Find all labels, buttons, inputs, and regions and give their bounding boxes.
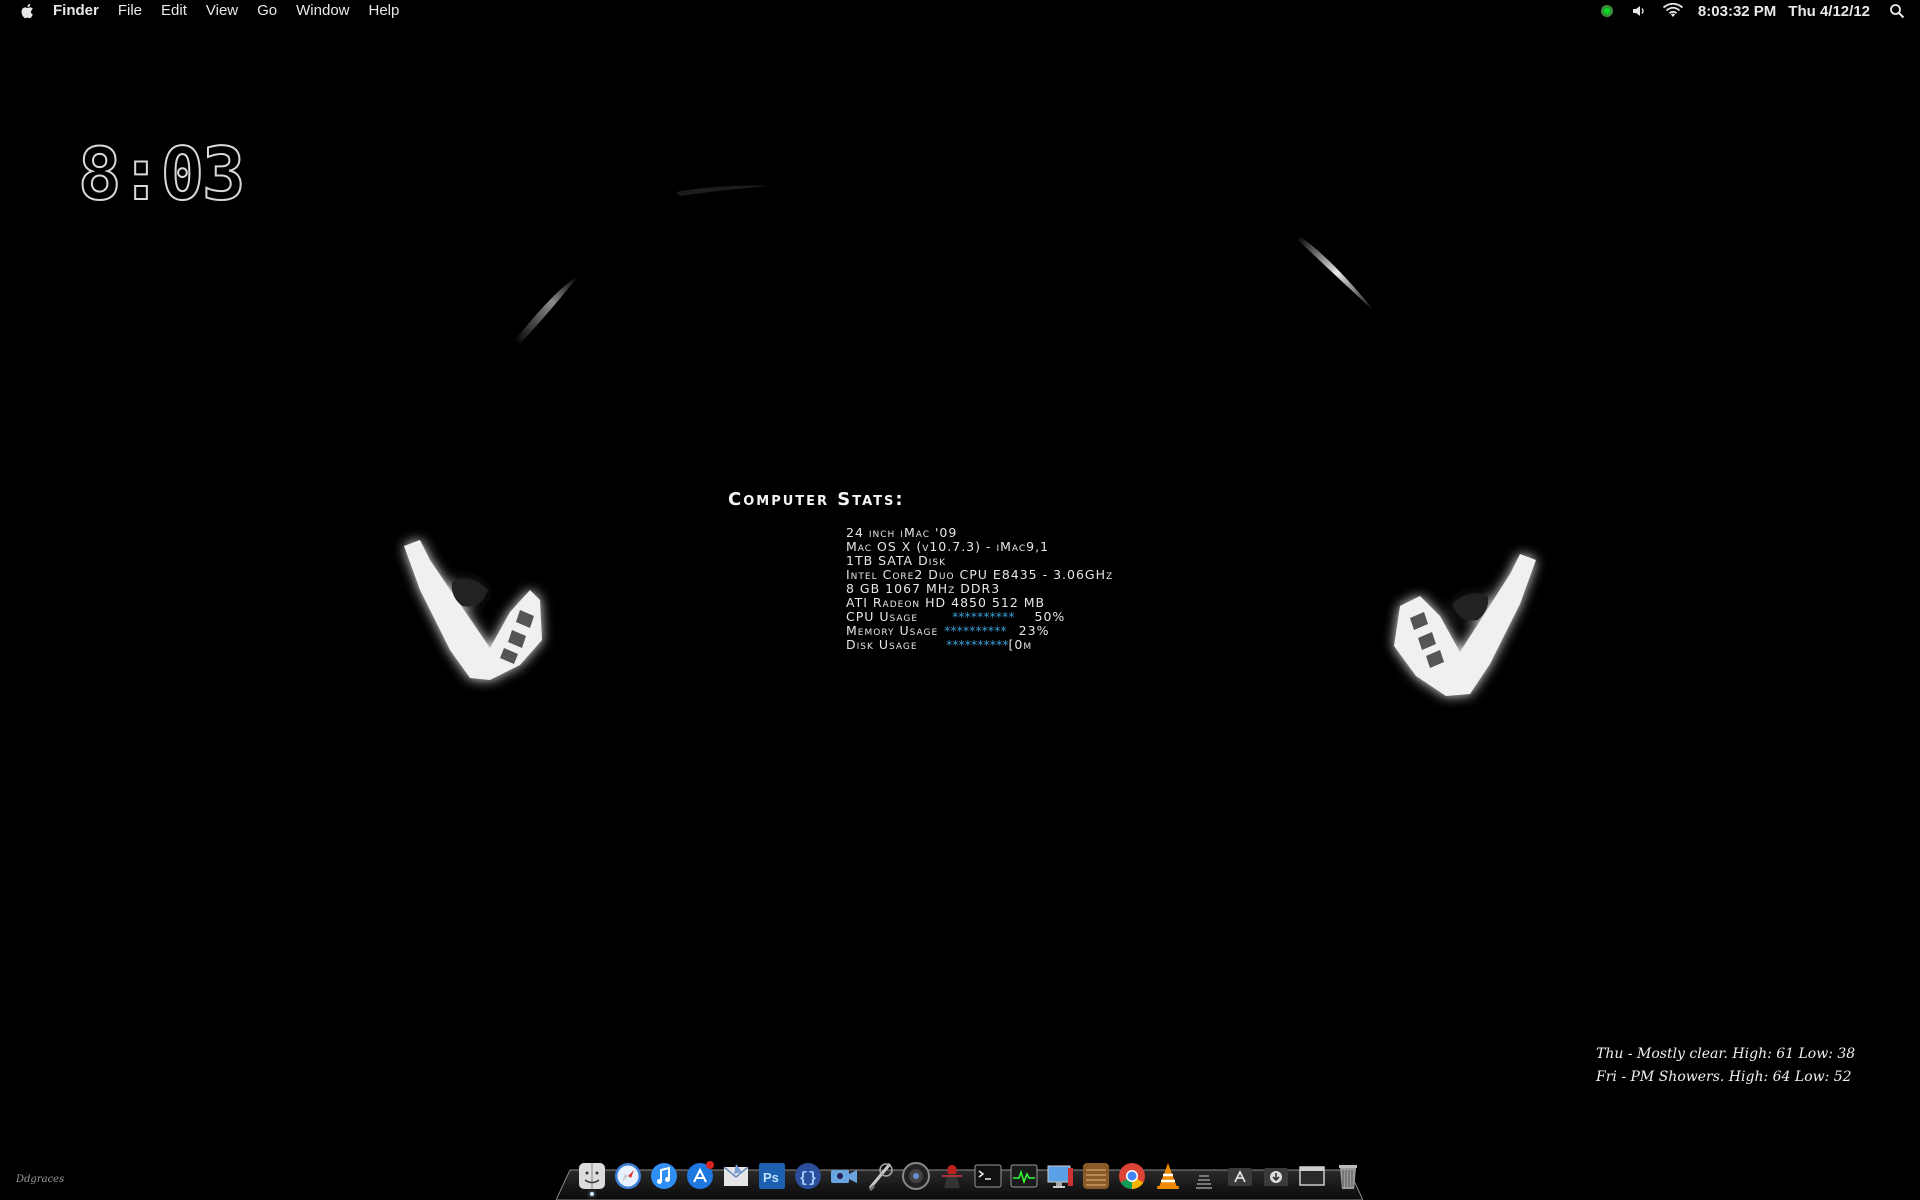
photoshop-icon[interactable]: Ps (756, 1160, 788, 1192)
stat-disk: 1TB SATA Disk (846, 553, 946, 568)
menu-bar: Finder File Edit View Go Window Help 8:0… (0, 0, 1920, 22)
highlight-left (515, 276, 578, 344)
memory-usage-label: Memory Usage (846, 623, 939, 638)
svg-text:{}: {} (799, 1170, 817, 1187)
notes-icon[interactable] (1080, 1160, 1112, 1192)
menu-window[interactable]: Window (296, 0, 349, 22)
safari-icon[interactable] (612, 1160, 644, 1192)
stat-cpu: Intel Core2 Duo CPU E8435 - 3.06GHz (846, 567, 1114, 582)
highlight-right (1298, 236, 1375, 312)
itunes-icon[interactable] (648, 1160, 680, 1192)
desktop: Finder File Edit View Go Window Help 8:0… (0, 0, 1920, 1200)
app-status-icon[interactable] (1598, 2, 1616, 20)
menu-bar-extras: 8:03:32 PM Thu 4/12/12 (1598, 0, 1920, 22)
disk-usage-label: Disk Usage (846, 637, 918, 652)
app-store-icon[interactable] (684, 1160, 716, 1192)
aperture-icon[interactable] (900, 1160, 932, 1192)
spotlight-search-icon[interactable] (1888, 2, 1906, 20)
memory-usage-value: 23% (1018, 623, 1050, 638)
cpu-usage-row: CPU Usage ********** 50% (846, 610, 1113, 624)
stats-list: 24 inch iMac '09 Mac OS X (v10.7.3) - iM… (846, 526, 1113, 652)
vlc-icon[interactable] (1152, 1160, 1184, 1192)
disk-usage-value: [0m (1008, 637, 1033, 652)
applications-folder-icon[interactable] (1224, 1160, 1256, 1192)
stats-title: Computer Stats: (728, 489, 905, 510)
wifi-icon[interactable] (1662, 2, 1684, 20)
stat-gpu: ATI Radeon HD 4850 512 MB (846, 595, 1046, 610)
memory-usage-row: Memory Usage ********** 23% (846, 624, 1113, 638)
running-indicator (590, 1192, 594, 1196)
terminal-icon[interactable] (972, 1160, 1004, 1192)
trash-icon[interactable] (1332, 1160, 1364, 1192)
menu-edit[interactable]: Edit (161, 0, 187, 22)
headlight-right (1394, 554, 1536, 696)
chrome-icon[interactable] (1116, 1160, 1148, 1192)
headlight-left (404, 540, 542, 680)
stat-model: 24 inch iMac '09 (846, 525, 958, 540)
dock: Ps {} (576, 1152, 1368, 1192)
window-icon[interactable] (1296, 1160, 1328, 1192)
artist-signature: Ddgraces (16, 1174, 65, 1185)
stat-memory: 8 GB 1067 MHz DDR3 (846, 581, 1001, 596)
weather-widget: Thu - Mostly clear. High: 61 Low: 38 Fri… (1596, 1043, 1855, 1089)
apple-menu-icon[interactable] (19, 2, 37, 20)
finder-icon[interactable] (576, 1160, 608, 1192)
menu-go[interactable]: Go (257, 0, 277, 22)
volume-icon[interactable] (1630, 2, 1648, 20)
game-icon[interactable] (936, 1160, 968, 1192)
menu-help[interactable]: Help (369, 0, 400, 22)
downloads-folder-icon[interactable] (1260, 1160, 1292, 1192)
memory-usage-bar: ********** (944, 623, 1007, 638)
script-editor-icon[interactable] (864, 1160, 896, 1192)
cpu-usage-label: CPU Usage (846, 609, 919, 624)
menu-bar-date[interactable]: Thu 4/12/12 (1788, 3, 1870, 20)
system-info-icon[interactable] (1044, 1160, 1076, 1192)
clock-widget: 8:03 (77, 132, 246, 216)
menu-app-finder[interactable]: Finder (53, 0, 99, 22)
cpu-usage-bar: ********** (952, 609, 1015, 624)
activity-monitor-icon[interactable] (1008, 1160, 1040, 1192)
weather-line-tomorrow: Fri - PM Showers. High: 64 Low: 52 (1596, 1069, 1852, 1085)
menu-file[interactable]: File (118, 0, 142, 22)
stat-os: Mac OS X (v10.7.3) - iMac9,1 (846, 539, 1050, 554)
menu-bar-clock[interactable]: 8:03:32 PM (1698, 3, 1776, 20)
menu-view[interactable]: View (206, 0, 238, 22)
disk-usage-row: Disk Usage ********** [0m (846, 638, 1113, 652)
disk-usage-bar: ********** (946, 637, 1009, 652)
facetime-icon[interactable] (828, 1160, 860, 1192)
coda-icon[interactable]: {} (792, 1160, 824, 1192)
cpu-usage-value: 50% (1034, 609, 1066, 624)
stack-icon[interactable] (1188, 1160, 1220, 1192)
roof-highlight (676, 185, 770, 196)
weather-line-today: Thu - Mostly clear. High: 61 Low: 38 (1596, 1046, 1856, 1062)
mail-icon[interactable] (720, 1160, 752, 1192)
svg-text:Ps: Ps (763, 1170, 779, 1185)
